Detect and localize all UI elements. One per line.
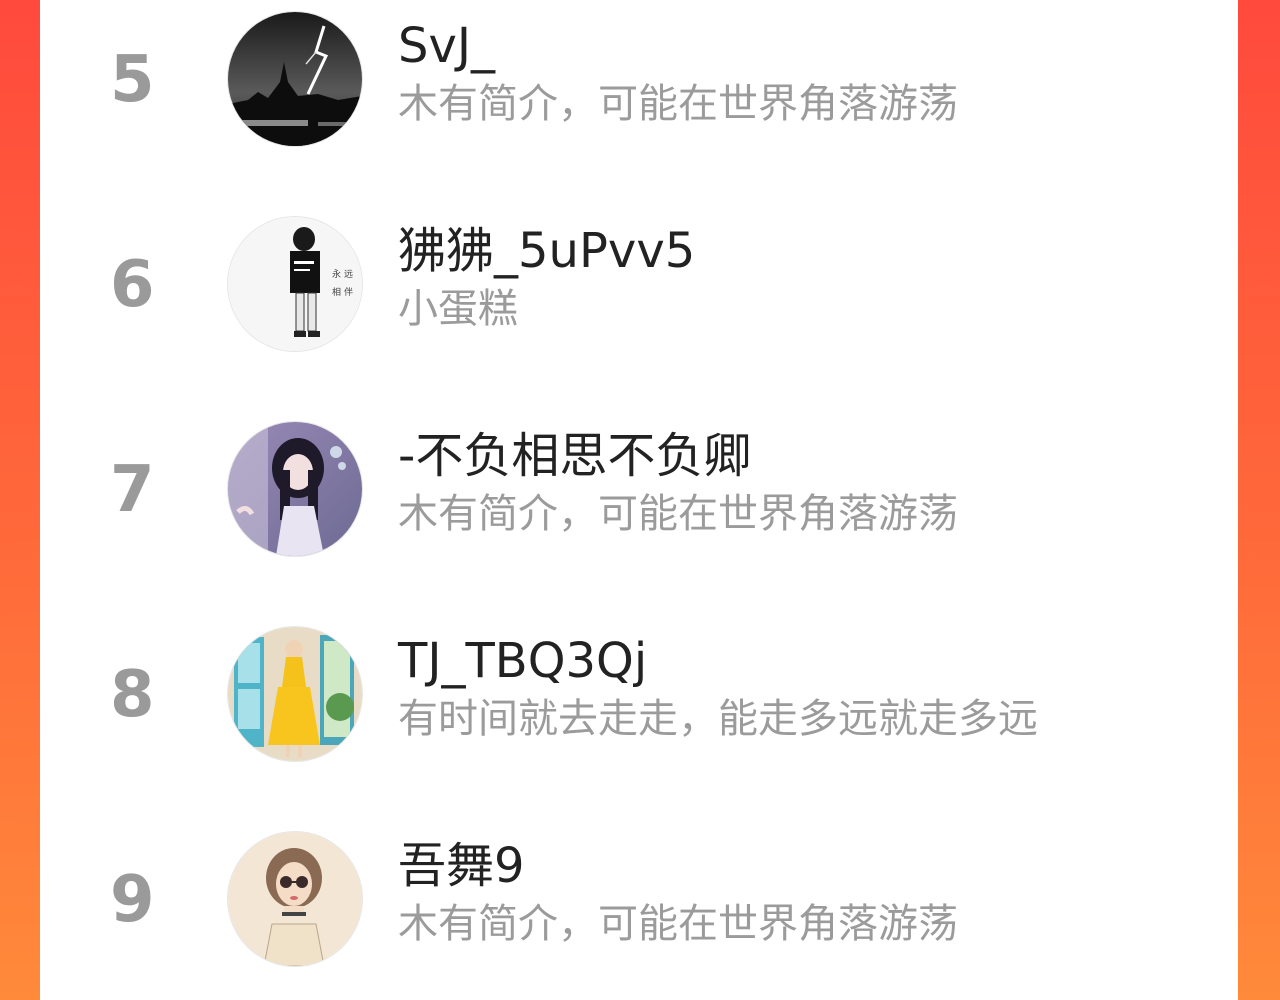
rank-number: 8	[110, 658, 155, 732]
ranking-list: 5 SvJ_ 木有简介，可能在世界角落游荡 6 永 相 远 伴 狒狒_5uPvv…	[40, 0, 1238, 1000]
rank-number: 5	[110, 43, 155, 117]
user-bio: 木有简介，可能在世界角落游荡	[398, 901, 958, 947]
user-bio: 木有简介，可能在世界角落游荡	[398, 81, 958, 127]
sketch-figure-avatar[interactable]: 永 相 远 伴	[228, 217, 362, 351]
lightning-cityscape-avatar[interactable]	[228, 12, 362, 146]
ranking-row[interactable]: 6 永 相 远 伴 狒狒_5uPvv5 小蛋糕	[40, 205, 1238, 410]
username[interactable]: TJ_TBQ3Qj	[398, 631, 647, 691]
username[interactable]: 狒狒_5uPvv5	[398, 221, 695, 281]
svg-text:远: 远	[344, 269, 353, 280]
rank-number: 6	[110, 248, 155, 322]
yellow-dress-avatar[interactable]	[228, 627, 362, 761]
username[interactable]: 吾舞9	[398, 836, 525, 896]
anime-girl-avatar[interactable]	[228, 422, 362, 556]
svg-text:伴: 伴	[344, 286, 353, 298]
ranking-row[interactable]: 9 吾舞9 木有简介，可能在世界角落游荡	[40, 820, 1238, 1000]
username[interactable]: SvJ_	[398, 16, 495, 76]
ranking-row[interactable]: 7 -不负相思不负卿 木有简介，可能在世界角落游荡	[40, 410, 1238, 615]
svg-text:永: 永	[332, 268, 341, 280]
user-bio: 有时间就去走走，能走多远就走多远	[398, 696, 1038, 742]
illustrated-girl-avatar[interactable]	[228, 832, 362, 966]
username[interactable]: -不负相思不负卿	[398, 426, 751, 486]
svg-text:相: 相	[332, 286, 341, 298]
rank-number: 7	[110, 453, 155, 527]
user-bio: 小蛋糕	[398, 286, 518, 332]
user-bio: 木有简介，可能在世界角落游荡	[398, 491, 958, 537]
ranking-row[interactable]: 5 SvJ_ 木有简介，可能在世界角落游荡	[40, 0, 1238, 205]
ranking-row[interactable]: 8 TJ_TBQ3Qj 有时间就去走走，能走多远就走多远	[40, 615, 1238, 820]
rank-number: 9	[110, 863, 155, 937]
